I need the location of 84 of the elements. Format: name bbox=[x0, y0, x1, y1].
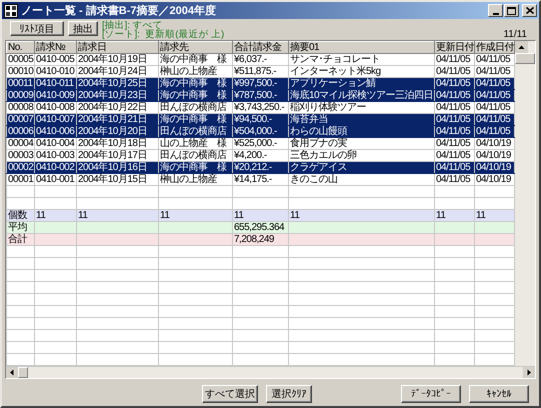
table-cell: 2004年10月20日 bbox=[76, 126, 158, 138]
column-header[interactable]: No. bbox=[6, 42, 34, 54]
filter-label: [抽出]: すべて bbox=[102, 21, 163, 30]
table-cell: 海の中商事 様 bbox=[158, 54, 232, 66]
record-count: 11/11 bbox=[503, 29, 527, 40]
table-cell: 04/11/05 bbox=[434, 138, 474, 150]
column-header[interactable]: 請求先 bbox=[158, 42, 232, 54]
table-cell: 2004年10月23日 bbox=[76, 90, 158, 102]
table-cell: 海の中商事 様 bbox=[158, 90, 232, 102]
table-cell: 山の上物産 様 bbox=[158, 138, 232, 150]
table-cell: 海底10マイル探検ツアー三泊四日 bbox=[288, 90, 434, 102]
table-cell: 田んぼの横商店 bbox=[158, 126, 232, 138]
table-cell: 00001 bbox=[6, 174, 34, 186]
row-label: 合計 bbox=[6, 234, 34, 246]
table-cell: 0410-009 bbox=[34, 90, 76, 102]
close-icon bbox=[526, 7, 534, 14]
table-row[interactable]: 00004 0410-004 2004年10月18日 山の上物産 様 ¥525,000.- 食用ブナの実 04/11/05 04/10/19 bbox=[6, 138, 514, 150]
table-cell: きのこの山 bbox=[288, 174, 434, 186]
table-cell: 04/11/05 bbox=[434, 54, 474, 66]
minimize-icon bbox=[492, 12, 498, 14]
table-row[interactable]: 00009 0410-009 2004年10月23日 海の中商事 様 ¥787,500.- 海底10マイル探検ツアー三泊四日 04/11/05 04/11/05 bbox=[6, 90, 514, 102]
table-cell: 2004年10月16日 bbox=[76, 162, 158, 174]
table-row[interactable]: 00007 0410-007 2004年10月21日 海の中商事 様 ¥94,500.- 海苔弁当 04/11/05 04/11/05 bbox=[6, 114, 514, 126]
column-header[interactable]: 摘要01 bbox=[288, 42, 434, 54]
column-header[interactable]: 請求日 bbox=[76, 42, 158, 54]
table-cell: 2004年10月18日 bbox=[76, 138, 158, 150]
table-row[interactable]: 00005 0410-005 2004年10月19日 海の中商事 様 ¥6,037.- サンマ･チョコレート 04/11/05 04/11/05 bbox=[6, 54, 514, 66]
column-header[interactable]: 作成日付 bbox=[474, 42, 514, 54]
column-header[interactable]: 請求№ bbox=[34, 42, 76, 54]
table-cell: 0410-004 bbox=[34, 138, 76, 150]
table-cell: ¥20,212.- bbox=[232, 162, 288, 174]
table-cell: ¥787,500.- bbox=[232, 90, 288, 102]
scroll-right-icon[interactable] bbox=[523, 367, 535, 378]
table-cell: わらの山饅頭 bbox=[288, 126, 434, 138]
action-button[interactable]: ｷｬﾝｾﾙ bbox=[469, 385, 529, 403]
action-button[interactable]: すべて選択 bbox=[202, 385, 258, 403]
table-cell: クラゲアイス bbox=[288, 162, 434, 174]
scroll-left-icon[interactable] bbox=[6, 367, 18, 378]
table-cell: 00005 bbox=[6, 54, 34, 66]
table-cell: 00002 bbox=[6, 162, 34, 174]
column-header[interactable]: 合計請求金 bbox=[232, 42, 288, 54]
table-cell: ¥504,000.- bbox=[232, 126, 288, 138]
maximize-button[interactable] bbox=[504, 4, 519, 17]
table-cell: 0410-006 bbox=[34, 126, 76, 138]
vertical-scrollbar[interactable] bbox=[515, 41, 535, 366]
scroll-thumb[interactable] bbox=[18, 367, 28, 378]
toolbar-button[interactable]: ﾘｽﾄ項目 bbox=[10, 21, 64, 36]
maximize-icon bbox=[507, 6, 516, 14]
table-cell: 7,208,249 bbox=[232, 234, 288, 246]
column-header[interactable]: 更新日付 bbox=[434, 42, 474, 54]
toolbar-button[interactable]: 抽出 bbox=[68, 21, 98, 36]
action-button[interactable]: 選択ｸﾘｱ bbox=[266, 385, 312, 403]
table-cell: 食用ブナの実 bbox=[288, 138, 434, 150]
action-button[interactable]: ﾃﾞｰﾀｺﾋﾟｰ bbox=[401, 385, 461, 403]
table-row[interactable]: 00002 0410-002 2004年10月16日 海の中商事 様 ¥20,212.- クラゲアイス 04/11/05 04/10/19 bbox=[6, 162, 514, 174]
minimize-button[interactable] bbox=[488, 4, 503, 17]
table-row[interactable]: 00006 0410-006 2004年10月20日 田んぼの横商店 ¥504,000.- わらの山饅頭 04/11/05 04/11/05 bbox=[6, 126, 514, 138]
table-cell: サンマ･チョコレート bbox=[288, 54, 434, 66]
table-row[interactable]: 00001 0410-001 2004年10月15日 榊山の上物産 ¥14,175.- きのこの山 04/11/05 04/10/19 bbox=[6, 174, 514, 186]
table-cell: 00006 bbox=[6, 126, 34, 138]
close-button[interactable] bbox=[522, 4, 537, 17]
table-cell: 00004 bbox=[6, 138, 34, 150]
table-row[interactable]: 00011 0410-011 2004年10月25日 海の中商事 様 ¥997,500.- アプリケーション鯖 04/11/05 04/11/05 bbox=[6, 78, 514, 90]
table-cell: 2004年10月15日 bbox=[76, 174, 158, 186]
horizontal-scrollbar[interactable] bbox=[6, 366, 535, 378]
table-cell: 04/11/05 bbox=[434, 162, 474, 174]
table-cell: 04/11/05 bbox=[434, 90, 474, 102]
table-cell: 04/11/05 bbox=[434, 126, 474, 138]
table-cell: ¥6,037.- bbox=[232, 54, 288, 66]
table-cell: 0410-005 bbox=[34, 54, 76, 66]
table-cell: 榊山の上物産 bbox=[158, 174, 232, 186]
table-cell: 00009 bbox=[6, 90, 34, 102]
table-cell: ¥14,175.- bbox=[232, 174, 288, 186]
table-cell: 2004年10月19日 bbox=[76, 54, 158, 66]
table-cell: 0410-001 bbox=[34, 174, 76, 186]
scroll-thumb[interactable] bbox=[515, 53, 535, 64]
table-cell: 0410-002 bbox=[34, 162, 76, 174]
scroll-up-icon[interactable] bbox=[515, 41, 528, 53]
window-title: ノート一覧 - 請求書B-7摘要／2004年度 bbox=[21, 4, 217, 18]
table-cell: ¥525,000.- bbox=[232, 138, 288, 150]
app-icon bbox=[4, 4, 18, 18]
table-cell: 海の中商事 様 bbox=[158, 162, 232, 174]
sort-label: [ソート]: 更新順(最近が 上) bbox=[102, 30, 226, 39]
table-cell: 04/11/05 bbox=[434, 174, 474, 186]
